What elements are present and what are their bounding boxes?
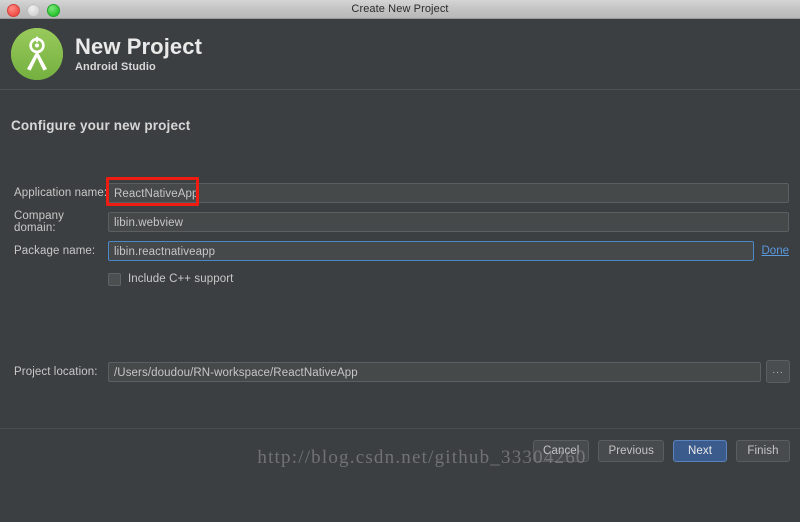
company-domain-label: Company domain: xyxy=(14,210,64,234)
create-new-project-window: Create New Project New Project Android S… xyxy=(0,0,800,522)
header-title: New Project xyxy=(75,33,203,59)
project-location-label: Project location: xyxy=(14,365,98,378)
package-name-row: Package name: libin.reactnativeapp Done xyxy=(0,240,800,262)
cancel-button[interactable]: Cancel xyxy=(533,440,590,462)
header-subtitle: Android Studio xyxy=(75,61,156,74)
wizard-button-row: Cancel Previous Next Finish xyxy=(533,440,790,462)
application-name-label: Application name: xyxy=(14,187,108,199)
next-button[interactable]: Next xyxy=(673,440,727,462)
package-name-done-link[interactable]: Done xyxy=(762,245,790,257)
application-name-input[interactable]: ReactNativeApp xyxy=(108,183,789,203)
page-title: Configure your new project xyxy=(11,118,191,133)
close-button[interactable] xyxy=(7,4,20,17)
wizard-footer: Cancel Previous Next Finish http://blog.… xyxy=(0,428,800,475)
include-cpp-support-label: Include C++ support xyxy=(128,273,234,285)
finish-button[interactable]: Finish xyxy=(736,440,790,462)
previous-button[interactable]: Previous xyxy=(598,440,664,462)
header-text-group: New Project Android Studio xyxy=(75,35,202,73)
zoom-button[interactable] xyxy=(47,4,60,17)
project-location-row: Project location: /Users/doudou/RN-works… xyxy=(0,360,800,383)
window-title: Create New Project xyxy=(351,3,449,15)
minimize-button[interactable] xyxy=(27,4,40,17)
window-titlebar: Create New Project xyxy=(0,0,800,19)
package-name-input[interactable]: libin.reactnativeapp xyxy=(108,241,754,261)
include-cpp-support-row[interactable]: Include C++ support xyxy=(0,269,800,289)
company-domain-row: Company domain: libin.webview xyxy=(0,210,800,234)
wizard-header: New Project Android Studio xyxy=(0,19,800,90)
package-name-label: Package name: xyxy=(14,245,96,257)
window-controls xyxy=(7,4,60,17)
project-form: Application name: ReactNativeApp Company… xyxy=(0,177,800,289)
wizard-body: Configure your new project Application n… xyxy=(0,90,800,475)
browse-folder-button[interactable]: ... xyxy=(766,360,790,383)
company-domain-input[interactable]: libin.webview xyxy=(108,212,789,232)
application-name-row: Application name: ReactNativeApp xyxy=(0,177,800,206)
project-location-input[interactable]: /Users/doudou/RN-workspace/ReactNativeAp… xyxy=(108,361,761,382)
include-cpp-support-checkbox[interactable] xyxy=(108,272,121,286)
android-studio-logo-icon xyxy=(11,28,63,80)
